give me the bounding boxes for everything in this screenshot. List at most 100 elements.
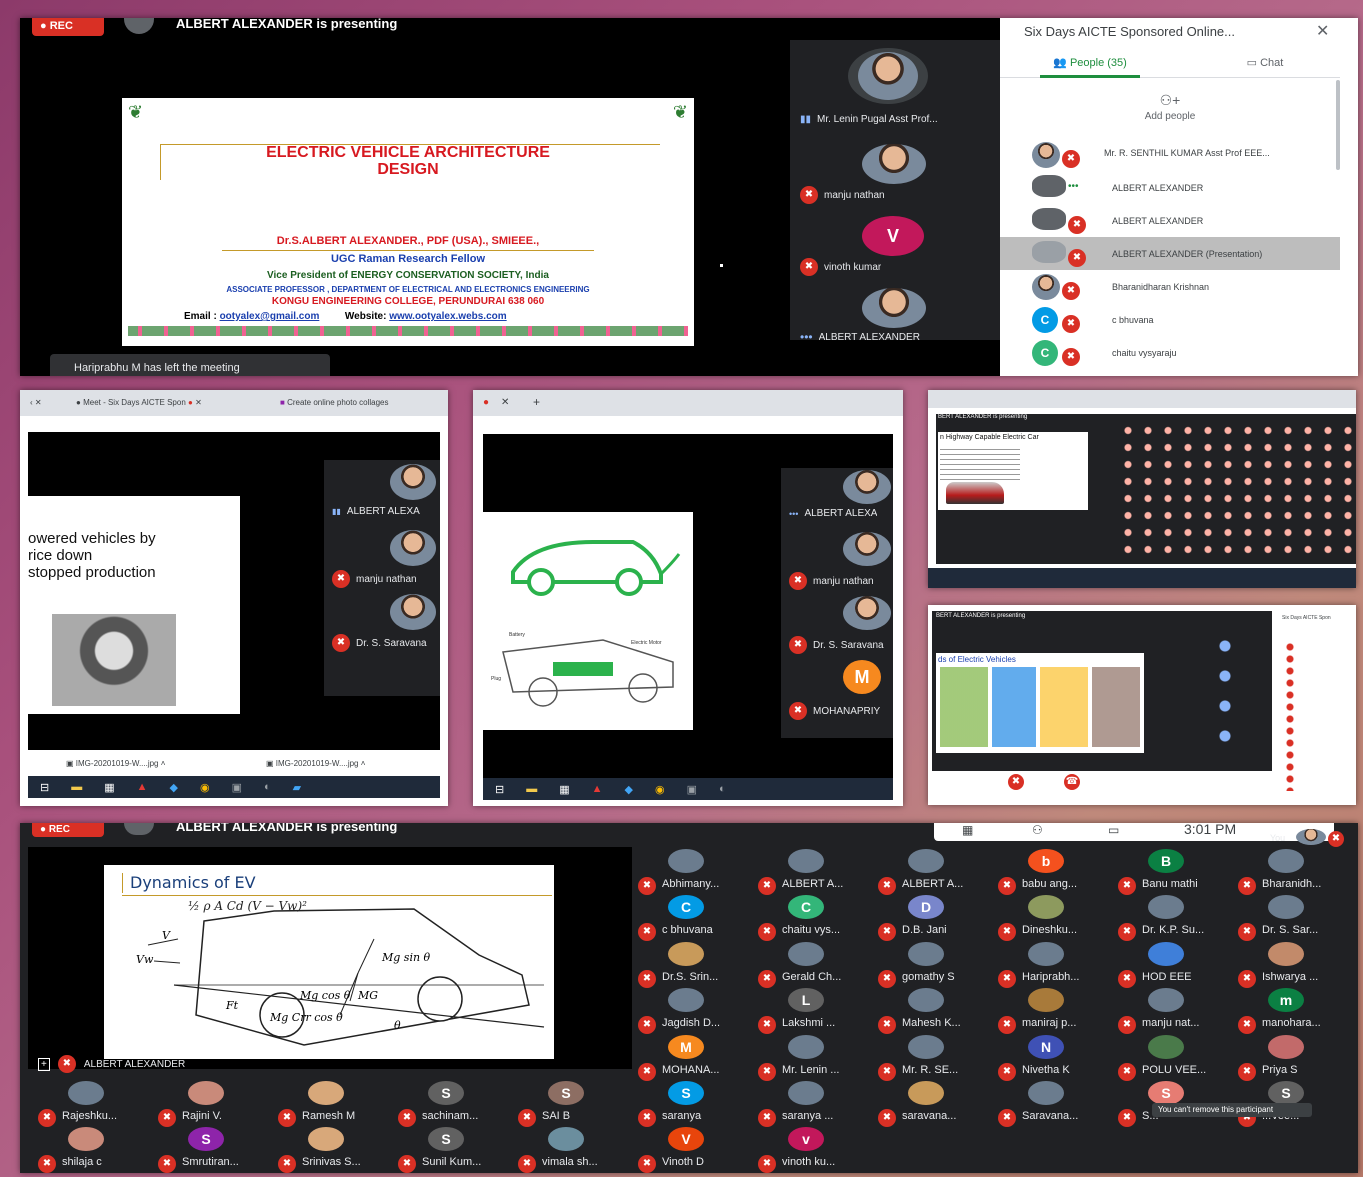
- chrome-icon[interactable]: ◉: [200, 781, 210, 794]
- participant-tile[interactable]: ✖ Abhimany...: [634, 847, 754, 895]
- participant-tile[interactable]: S ✖ sachinam...: [394, 1079, 514, 1127]
- participant-tile[interactable]: ✖ ALBERT A...: [754, 847, 874, 895]
- browser-tab-bar: ‹ ✕ ● Meet - Six Days AICTE Spon ● ✕ ■ C…: [20, 390, 448, 416]
- tab-close-icon[interactable]: ✕: [501, 397, 509, 408]
- participant-tile[interactable]: ✖ Srinivas S...: [274, 1125, 394, 1173]
- participant-tile[interactable]: ✖ Priya S: [1234, 1033, 1354, 1081]
- participant-tile[interactable]: ✖ POLU VEE...: [1114, 1033, 1234, 1081]
- mic-off-icon: ✖: [758, 969, 776, 988]
- list-item-selected[interactable]: ✖ ALBERT ALEXANDER (Presentation): [1000, 237, 1340, 270]
- list-item[interactable]: ••• ALBERT ALEXANDER: [1000, 171, 1340, 204]
- folder-icon[interactable]: ▬: [526, 783, 537, 795]
- mic-off-icon: ✖: [878, 969, 896, 988]
- participant-tile[interactable]: ✖ Ramesh M: [274, 1079, 394, 1127]
- taskview-icon[interactable]: ⊟: [40, 781, 49, 794]
- presenting-label: BERT ALEXANDER is presenting: [936, 613, 1026, 619]
- tab-chat[interactable]: ▭ Chat: [1230, 56, 1300, 78]
- store-icon[interactable]: ▦: [104, 781, 114, 794]
- ev-types-images: [940, 667, 1140, 747]
- list-item[interactable]: C ✖ chaitu vysyaraju: [1000, 336, 1340, 369]
- app-icon[interactable]: ◐: [719, 783, 726, 795]
- participant-tile[interactable]: V ✖ Vinoth D: [634, 1125, 754, 1173]
- app-icon[interactable]: ▣: [232, 781, 242, 794]
- participant-tile[interactable]: ✖ Jagdish D...: [634, 986, 754, 1035]
- app-icon[interactable]: ◆: [170, 781, 178, 794]
- participant-tile[interactable]: S ✖ saranya: [634, 1079, 754, 1127]
- app-icon[interactable]: ◐: [264, 781, 271, 793]
- add-people-button[interactable]: ⚇+ Add people: [1120, 92, 1220, 122]
- participant-tile[interactable]: ✖ Mr. Lenin ...: [754, 1033, 874, 1081]
- download-item[interactable]: ▣ IMG-20201019-W....jpg ˄: [66, 759, 165, 768]
- grid-icon[interactable]: ▦: [962, 823, 973, 837]
- participant-tile[interactable]: D ✖ D.B. Jani: [874, 893, 994, 942]
- participant-tile[interactable]: M ✖ MOHANA...: [634, 1033, 754, 1081]
- new-tab-button[interactable]: +: [533, 395, 540, 409]
- email-link[interactable]: ootyalex@gmail.com: [220, 311, 320, 322]
- participant-tile[interactable]: C ✖ chaitu vys...: [754, 893, 874, 942]
- participant-tile[interactable]: C ✖ c bhuvana: [634, 893, 754, 942]
- people-icon[interactable]: ⚇: [1032, 823, 1043, 837]
- folder-icon[interactable]: ▬: [71, 781, 82, 793]
- tab-close-icon[interactable]: ‹ ✕: [30, 398, 42, 407]
- list-item[interactable]: ✖ Mr. R. SENTHIL KUMAR Asst Prof EEE...: [1000, 138, 1340, 171]
- presentation-stage: Dynamics of EV ½ ρ A Cd (V − Vw)² V Vw M…: [28, 847, 632, 1073]
- participant-tile[interactable]: ✖ maniraj p...: [994, 986, 1114, 1035]
- participant-tile[interactable]: S ✖ Sunil Kum...: [394, 1125, 514, 1173]
- store-icon[interactable]: ▦: [559, 783, 569, 796]
- taskview-icon[interactable]: ⊟: [495, 783, 504, 796]
- participant-tile[interactable]: ✖ Dr. K.P. Su...: [1114, 893, 1234, 942]
- participant-tile[interactable]: L ✖ Lakshmi ...: [754, 986, 874, 1035]
- participant-tile[interactable]: N ✖ Nivetha K: [994, 1033, 1114, 1081]
- participant-tile[interactable]: ✖ Rajeshku...: [34, 1079, 154, 1127]
- participant-tile[interactable]: ✖ Gerald Ch...: [754, 940, 874, 988]
- participant-tile[interactable]: ✖ Saravana...: [994, 1079, 1114, 1127]
- app-icon[interactable]: ▣: [687, 783, 697, 796]
- list-item[interactable]: C ✖ c bhuvana: [1000, 303, 1340, 336]
- tab-people[interactable]: 👥 People (35): [1040, 56, 1140, 78]
- participant-tile[interactable]: S ✖ SAI B: [514, 1079, 634, 1127]
- download-item[interactable]: ▣ IMG-20201019-W....jpg ˄: [266, 759, 365, 768]
- participant-tile[interactable]: b ✖ babu ang...: [994, 847, 1114, 895]
- participant-tile[interactable]: ✖ Ishwarya ...: [1234, 940, 1354, 988]
- pdf-icon[interactable]: ▲: [137, 781, 148, 793]
- slide-line: rice down: [28, 547, 93, 564]
- participant-tile[interactable]: ✖ Dr.S. Srin...: [634, 940, 754, 988]
- participant-tile[interactable]: ✖ Dineshku...: [994, 893, 1114, 942]
- participant-tile[interactable]: S ✖ Smrutiran...: [154, 1125, 274, 1173]
- participant-tile[interactable]: ✖ shilaja c: [34, 1125, 154, 1173]
- participant-tile[interactable]: ✖ ALBERT A...: [874, 847, 994, 895]
- participant-tile[interactable]: ✖ Mr. R. SE...: [874, 1033, 994, 1081]
- participant-tile[interactable]: v ✖ vinoth ku...: [754, 1125, 874, 1173]
- app-icon[interactable]: ◆: [625, 783, 633, 796]
- participant-tile[interactable]: ✖ Dr. S. Sar...: [1234, 893, 1354, 942]
- participant-tile[interactable]: ✖ Rajini V.: [154, 1079, 274, 1127]
- mic-off-icon: ✖: [758, 1155, 776, 1173]
- slide-text-lines: [940, 446, 1020, 480]
- participant-tile[interactable]: ✖ HOD EEE: [1114, 940, 1234, 988]
- participant-tile[interactable]: m ✖ manohara...: [1234, 986, 1354, 1035]
- participant-tile[interactable]: ✖ Bharanidh...: [1234, 847, 1354, 895]
- participant-name: manju nathan: [824, 189, 885, 201]
- motor-label: Electric Motor: [631, 640, 662, 646]
- participant-tile[interactable]: ✖ gomathy S: [874, 940, 994, 988]
- close-icon[interactable]: ✕: [1316, 21, 1329, 41]
- participant-tile[interactable]: ✖ Mahesh K...: [874, 986, 994, 1035]
- chrome-icon[interactable]: ◉: [655, 783, 665, 796]
- participant-tile[interactable]: B ✖ Banu mathi: [1114, 847, 1234, 895]
- website-link[interactable]: www.ootyalex.webs.com: [389, 311, 506, 322]
- pdf-icon[interactable]: ▲: [592, 783, 603, 795]
- participant-tile[interactable]: ✖ saranya ...: [754, 1079, 874, 1127]
- participant-tile[interactable]: ✖ manju nat...: [1114, 986, 1234, 1035]
- collage-tab[interactable]: ■ Create online photo collages: [280, 398, 388, 407]
- photos-icon[interactable]: ▰: [293, 781, 301, 794]
- list-item[interactable]: ✖ Bharanidharan Krishnan: [1000, 270, 1340, 303]
- chat-icon[interactable]: ▭: [1108, 823, 1119, 837]
- mic-off-icon[interactable]: ✖: [1008, 774, 1024, 790]
- end-call-icon[interactable]: ☎: [1064, 774, 1080, 790]
- avatar: S: [428, 1127, 464, 1151]
- participant-tile[interactable]: ✖ Hariprabh...: [994, 940, 1114, 988]
- meet-tab[interactable]: ● Meet - Six Days AICTE Spon ● ✕: [76, 398, 202, 407]
- participant-tile[interactable]: ✖ vimala sh...: [514, 1125, 634, 1173]
- participant-tile[interactable]: ✖ saravana...: [874, 1079, 994, 1127]
- list-item[interactable]: ✖ ALBERT ALEXANDER: [1000, 204, 1340, 237]
